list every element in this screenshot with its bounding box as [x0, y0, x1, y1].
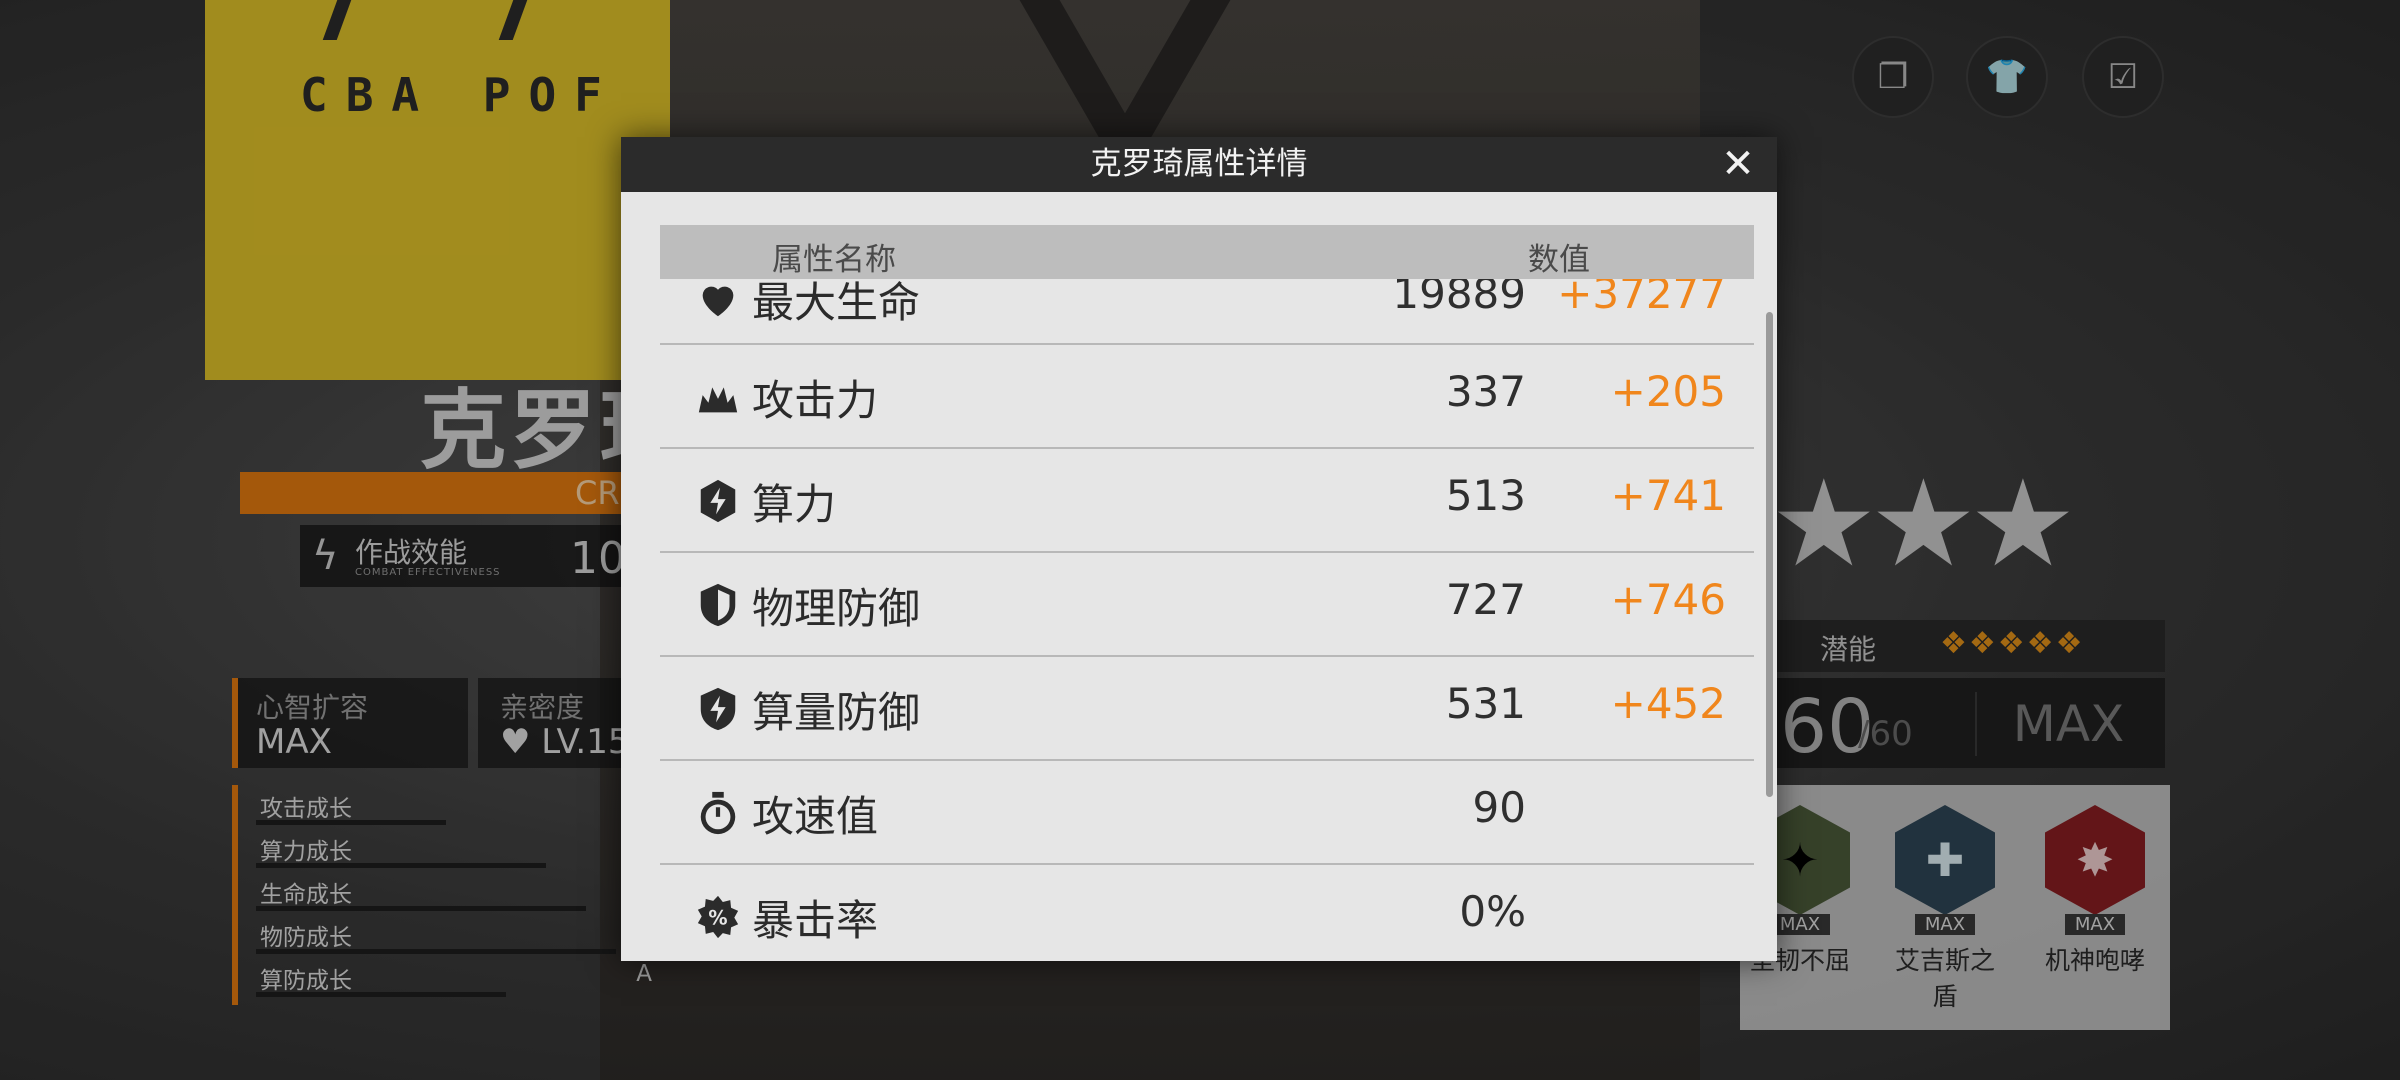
attribute-bonus: +205 [1610, 367, 1726, 416]
attribute-base: 727 [1445, 575, 1526, 624]
stopwatch-icon [694, 789, 742, 837]
attribute-list[interactable]: 最大生命 19889 +37277 攻击力 337 +205 算力 513 +7… [660, 279, 1754, 961]
table-row: 物理防御 727 +746 [660, 553, 1754, 657]
bolt-shield-icon [694, 477, 742, 525]
scrollbar[interactable] [1766, 312, 1773, 797]
bolt-shield-icon [694, 685, 742, 733]
table-row: 攻速值 90 [660, 761, 1754, 865]
attribute-name: 攻击力 [752, 376, 879, 425]
attribute-base: 90 [1472, 783, 1526, 832]
attribute-base: 19889 [1392, 279, 1526, 318]
table-row: 攻击力 337 +205 [660, 345, 1754, 449]
close-icon: ✕ [1721, 141, 1755, 187]
attribute-base: 513 [1445, 471, 1526, 520]
attribute-base: 337 [1445, 367, 1526, 416]
dialog-title: 克罗琦属性详情 [1090, 146, 1308, 182]
attribute-name: 物理防御 [752, 584, 921, 633]
dialog-header: 克罗琦属性详情 ✕ [621, 137, 1777, 192]
percent-gear-icon: % [694, 893, 742, 941]
shield-icon [694, 581, 742, 629]
close-button[interactable]: ✕ [1717, 143, 1759, 185]
svg-text:%: % [708, 907, 727, 930]
attribute-base: 531 [1445, 679, 1526, 728]
table-row: 最大生命 19889 +37277 [660, 279, 1754, 345]
attribute-bonus: +452 [1610, 679, 1726, 728]
attribute-bonus: +746 [1610, 575, 1726, 624]
table-header: 属性名称 数值 [660, 225, 1754, 279]
attribute-name: 攻速值 [752, 792, 879, 841]
attribute-name: 算力 [752, 480, 837, 529]
attribute-bonus: +37277 [1557, 279, 1726, 318]
burst-icon [694, 373, 742, 421]
attribute-name: 最大生命 [752, 279, 921, 327]
column-header-name: 属性名称 [772, 242, 896, 278]
heart-icon [694, 279, 742, 323]
table-row: % 暴击率 0% [660, 865, 1754, 961]
column-header-value: 数值 [1528, 242, 1590, 278]
table-row: 算量防御 531 +452 [660, 657, 1754, 761]
attribute-details-dialog: 克罗琦属性详情 ✕ 属性名称 数值 最大生命 19889 +37277 攻击力 … [621, 137, 1777, 961]
attribute-bonus: +741 [1610, 471, 1726, 520]
attribute-name: 算量防御 [752, 688, 921, 737]
attribute-base: 0% [1459, 887, 1526, 936]
attribute-name: 暴击率 [752, 896, 879, 945]
table-row: 算力 513 +741 [660, 449, 1754, 553]
